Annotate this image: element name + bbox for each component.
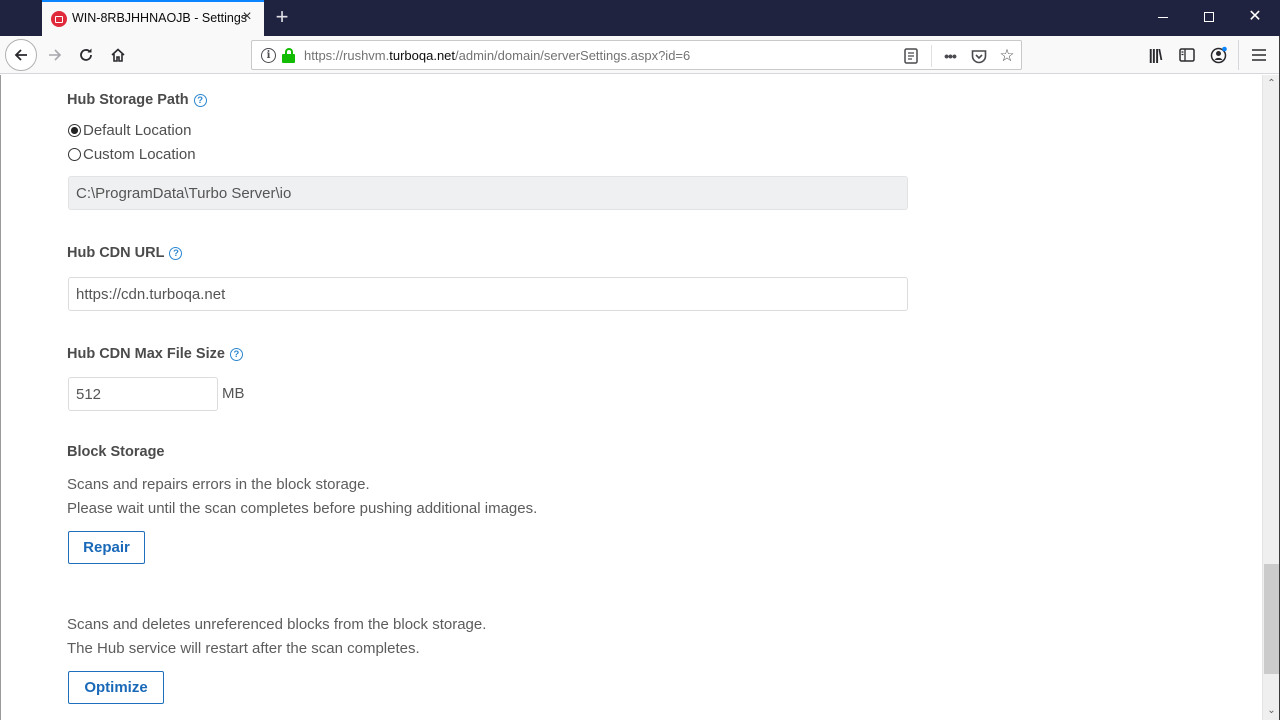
close-icon: ✕ bbox=[1248, 8, 1262, 25]
home-button[interactable] bbox=[103, 40, 133, 70]
url-text[interactable]: https://rushvm.turboqa.net/admin/domain/… bbox=[304, 48, 690, 63]
radio-default-location-label: Default Location bbox=[83, 122, 192, 139]
block-storage-label-text: Block Storage bbox=[67, 444, 165, 460]
url-bar-divider bbox=[931, 45, 932, 67]
url-prefix: https://rushvm. bbox=[304, 48, 390, 63]
tab-title: WIN-8RBJHHNAOJB - Settings bbox=[72, 11, 248, 25]
account-icon[interactable] bbox=[1208, 44, 1230, 66]
file-size-unit-label: MB bbox=[222, 385, 245, 402]
url-path: /admin/domain/serverSettings.aspx?id=6 bbox=[455, 48, 691, 63]
library-icon[interactable]: |||\ bbox=[1144, 44, 1166, 66]
arrow-left-icon bbox=[14, 49, 27, 61]
reload-button[interactable] bbox=[71, 40, 101, 70]
hub-storage-path-label-text: Hub Storage Path bbox=[67, 92, 189, 108]
hub-cdn-url-label: Hub CDN URL ? bbox=[67, 245, 183, 261]
radio-button-unchecked[interactable] bbox=[68, 148, 81, 161]
radio-custom-location-label: Custom Location bbox=[83, 146, 196, 163]
forward-button[interactable] bbox=[40, 40, 70, 70]
browser-navbar: i https://rushvm.turboqa.net/admin/domai… bbox=[0, 36, 1280, 74]
tab-close-icon[interactable]: × bbox=[238, 8, 256, 26]
sidebar-toggle-icon[interactable] bbox=[1176, 44, 1198, 66]
toolbar-divider bbox=[1238, 40, 1239, 70]
help-icon[interactable]: ? bbox=[229, 347, 243, 361]
new-tab-button[interactable]: + bbox=[272, 6, 292, 28]
optimize-button[interactable]: Optimize bbox=[68, 671, 164, 704]
browser-tab-active[interactable]: WIN-8RBJHHNAOJB - Settings × bbox=[42, 0, 264, 36]
window-maximize-button[interactable] bbox=[1186, 0, 1232, 34]
url-domain: turboqa.net bbox=[389, 48, 456, 63]
page-actions-more-icon[interactable]: ••• bbox=[940, 46, 960, 66]
max-file-size-input[interactable]: 512 bbox=[68, 377, 218, 411]
radio-custom-location[interactable]: Custom Location bbox=[68, 146, 196, 163]
site-info-icon[interactable]: i bbox=[261, 48, 276, 63]
home-icon bbox=[111, 48, 125, 62]
radio-default-location[interactable]: Default Location bbox=[68, 122, 191, 139]
vertical-scrollbar[interactable]: ⌃ ⌄ bbox=[1262, 75, 1280, 720]
window-minimize-button[interactable] bbox=[1140, 0, 1186, 34]
hub-storage-path-label: Hub Storage Path ? bbox=[67, 92, 207, 108]
lock-icon[interactable] bbox=[282, 48, 295, 63]
url-bar[interactable]: i https://rushvm.turboqa.net/admin/domai… bbox=[251, 40, 1022, 70]
hub-cdn-url-label-text: Hub CDN URL bbox=[67, 245, 165, 261]
storage-path-input[interactable]: C:\ProgramData\Turbo Server\io bbox=[68, 176, 908, 210]
optimize-description-line1: Scans and deletes unreferenced blocks fr… bbox=[67, 616, 487, 633]
hub-cdn-max-file-size-label: Hub CDN Max File Size ? bbox=[67, 346, 243, 362]
scroll-up-arrow-icon[interactable]: ⌃ bbox=[1263, 77, 1280, 91]
help-icon[interactable]: ? bbox=[169, 246, 183, 260]
help-icon[interactable]: ? bbox=[193, 93, 207, 107]
browser-titlebar: WIN-8RBJHHNAOJB - Settings × + ✕ bbox=[0, 0, 1280, 36]
optimize-description-line2: The Hub service will restart after the s… bbox=[67, 640, 420, 657]
cdn-url-input[interactable]: https://cdn.turboqa.net bbox=[68, 277, 908, 311]
hamburger-menu-icon[interactable] bbox=[1248, 44, 1270, 66]
repair-description-line1: Scans and repairs errors in the block st… bbox=[67, 476, 370, 493]
minimize-icon bbox=[1158, 16, 1168, 18]
bookmark-star-icon[interactable]: ☆ bbox=[997, 46, 1017, 66]
hub-cdn-max-file-size-label-text: Hub CDN Max File Size bbox=[67, 346, 225, 362]
back-button[interactable] bbox=[5, 39, 37, 71]
page-content: Hub Storage Path ? Default Location Cust… bbox=[0, 75, 1262, 720]
reader-view-icon[interactable] bbox=[901, 46, 921, 66]
block-storage-label: Block Storage bbox=[67, 444, 165, 460]
repair-description-line2: Please wait until the scan completes bef… bbox=[67, 500, 538, 517]
arrow-right-icon bbox=[49, 49, 62, 61]
turbo-favicon-icon bbox=[51, 11, 67, 27]
repair-button[interactable]: Repair bbox=[68, 531, 145, 564]
reload-icon bbox=[80, 48, 92, 61]
window-close-button[interactable]: ✕ bbox=[1232, 0, 1278, 34]
radio-button-checked[interactable] bbox=[68, 124, 81, 137]
pocket-icon[interactable] bbox=[969, 46, 989, 66]
scroll-down-arrow-icon[interactable]: ⌄ bbox=[1263, 704, 1280, 718]
scrollbar-thumb[interactable] bbox=[1264, 564, 1279, 674]
maximize-icon bbox=[1204, 12, 1214, 22]
